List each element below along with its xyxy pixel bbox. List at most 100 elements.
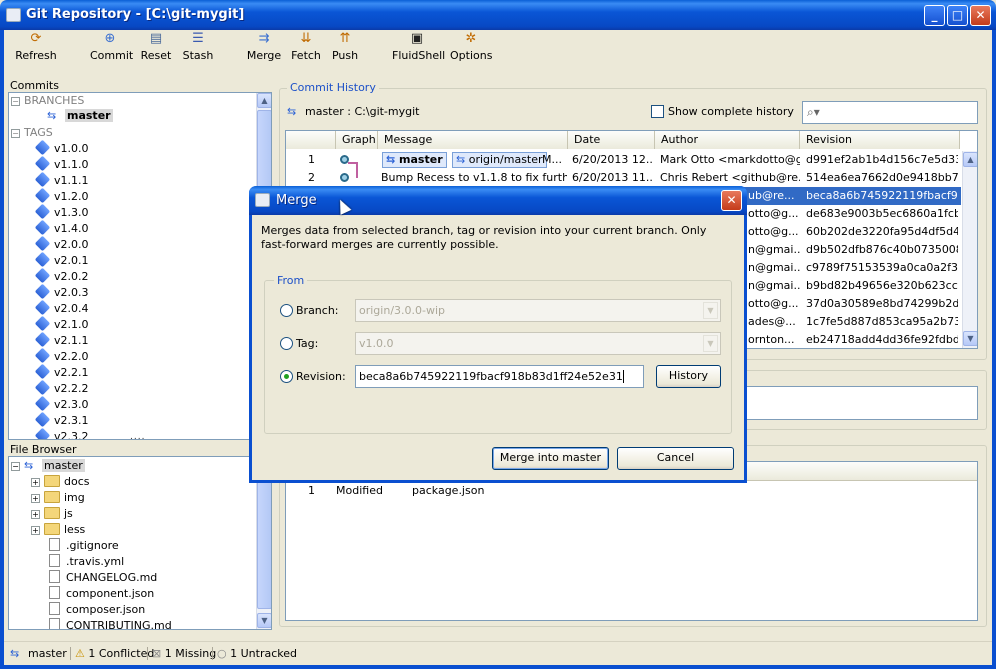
tag-item[interactable]: v2.1.1 <box>34 331 89 349</box>
splitter-handle[interactable]: .... <box>130 432 145 442</box>
show-complete-history-label: Show complete history <box>668 105 794 118</box>
commit-history-title: Commit History <box>287 81 379 94</box>
scroll-up-icon[interactable]: ▲ <box>963 152 977 167</box>
tags-header[interactable]: − TAGS <box>11 125 53 141</box>
branch-radio[interactable] <box>280 304 293 317</box>
scroll-down-icon[interactable]: ▼ <box>257 613 271 628</box>
branches-header[interactable]: − BRANCHES <box>11 93 84 109</box>
expand-icon: + <box>31 494 40 503</box>
merge-icon: ⇉ <box>258 31 270 46</box>
missing-icon: ⊠ <box>152 647 162 660</box>
tag-item[interactable]: v1.0.0 <box>34 139 89 157</box>
folder-item[interactable]: + js <box>31 506 73 522</box>
merge-button[interactable]: ⇉ Merge <box>246 32 282 70</box>
column-header-date[interactable]: Date <box>568 131 655 149</box>
fetch-button[interactable]: ⇊ Fetch <box>290 32 322 70</box>
changes-row[interactable]: 1 Modified package.json <box>286 482 977 500</box>
tag-icon <box>34 155 51 172</box>
tag-item[interactable]: v2.2.0 <box>34 347 89 365</box>
search-input[interactable]: ⌕▾ <box>802 101 978 124</box>
column-header-author[interactable]: Author <box>655 131 800 149</box>
file-item[interactable]: component.json <box>49 586 154 602</box>
column-header-num[interactable] <box>286 131 336 149</box>
scroll-up-icon[interactable]: ▲ <box>257 93 271 108</box>
branch-icon: ⇆ <box>287 105 297 118</box>
file-item[interactable]: .gitignore <box>49 538 119 554</box>
folder-icon <box>44 491 60 503</box>
tag-icon <box>34 427 51 439</box>
branch-select[interactable]: origin/3.0.0-wip ▼ <box>355 299 721 322</box>
file-root-item[interactable]: − ⇆ master <box>11 458 85 474</box>
branch-master-item[interactable]: ⇆ master <box>47 108 113 124</box>
merge-dialog-close-button[interactable]: ✕ <box>721 190 742 211</box>
show-complete-history-checkbox[interactable] <box>651 105 664 118</box>
file-icon <box>49 554 60 567</box>
tag-icon <box>34 203 51 220</box>
tag-item[interactable]: v2.0.0 <box>34 235 89 253</box>
expand-icon: + <box>31 526 40 535</box>
cancel-button[interactable]: Cancel <box>617 447 734 470</box>
tag-icon <box>34 299 51 316</box>
tag-item[interactable]: v1.1.1 <box>34 171 89 189</box>
commit-button[interactable]: ⊕ Commit <box>90 32 133 70</box>
changes-table: 1 Modified package.json <box>285 461 978 621</box>
column-header-message[interactable]: Message <box>378 131 568 149</box>
file-item[interactable]: composer.json <box>49 602 145 618</box>
tag-select[interactable]: v1.0.0 ▼ <box>355 332 721 355</box>
folder-icon <box>44 507 60 519</box>
options-button[interactable]: ✲ Options <box>450 32 492 70</box>
fluidshell-button[interactable]: ▣ FluidShell <box>392 32 445 70</box>
stash-button[interactable]: ☰ Stash <box>181 32 215 70</box>
commit-row[interactable]: 2Bump Recess to v1.1.8 to fix further...… <box>286 169 961 187</box>
refresh-icon: ⟳ <box>30 31 42 46</box>
column-header-revision[interactable]: Revision <box>800 131 960 149</box>
reset-button[interactable]: ▤ Reset <box>138 32 174 70</box>
table-scrollbar[interactable]: ▲ ▼ <box>962 151 977 348</box>
tag-item[interactable]: v1.2.0 <box>34 187 89 205</box>
revision-radio[interactable] <box>280 370 293 383</box>
commit-row[interactable]: 1 ⇆ master ⇆ origin/master M... 6/20/2013 12… <box>286 151 961 169</box>
close-window-button[interactable]: ✕ <box>970 5 991 26</box>
collapse-icon: − <box>11 129 20 138</box>
maximize-button[interactable]: □ <box>947 5 968 26</box>
revision-input[interactable]: beca8a6b745922119fbacf918b83d1ff24e52e31 <box>355 365 644 388</box>
push-button[interactable]: ⇈ Push <box>330 32 360 70</box>
tag-radio[interactable] <box>280 337 293 350</box>
push-icon: ⇈ <box>339 31 351 46</box>
tag-icon <box>34 379 51 396</box>
tag-item[interactable]: v2.3.2 <box>34 427 89 439</box>
search-icon: ⌕▾ <box>807 105 820 119</box>
tag-item[interactable]: v2.3.1 <box>34 411 89 429</box>
commits-tree: − BRANCHES ⇆ master − TAGS v1.0.0 v1.1.0 v1.1… <box>8 92 272 440</box>
column-header-graph[interactable]: Graph <box>336 131 378 149</box>
merge-into-master-button[interactable]: Merge into master <box>492 447 609 470</box>
tag-item[interactable]: v2.0.3 <box>34 283 89 301</box>
file-item[interactable]: .travis.yml <box>49 554 124 570</box>
folder-item[interactable]: + img <box>31 490 85 506</box>
tag-item[interactable]: v1.3.0 <box>34 203 89 221</box>
minimize-button[interactable]: _ <box>924 5 945 26</box>
tag-item[interactable]: v1.1.0 <box>34 155 89 173</box>
warning-icon: ⚠ <box>75 647 85 660</box>
folder-item[interactable]: + less <box>31 522 85 538</box>
tag-item[interactable]: v2.3.0 <box>34 395 89 413</box>
tag-item[interactable]: v1.4.0 <box>34 219 89 237</box>
tag-item[interactable]: v2.1.0 <box>34 315 89 333</box>
graph-line <box>348 169 358 178</box>
history-button[interactable]: History <box>656 365 721 388</box>
tag-item[interactable]: v2.0.4 <box>34 299 89 317</box>
merge-dialog-title-bar: Merge ✕ <box>249 186 747 215</box>
tag-icon <box>34 267 51 284</box>
tag-item[interactable]: v2.2.2 <box>34 379 89 397</box>
repo-label: ⇆ master : C:\git-mygit <box>287 105 420 118</box>
folder-item[interactable]: + docs <box>31 474 90 490</box>
tag-item[interactable]: v2.2.1 <box>34 363 89 381</box>
merge-dialog-title: Merge <box>276 193 317 208</box>
file-item[interactable]: CONTRIBUTING.md <box>49 618 172 629</box>
tag-item[interactable]: v2.0.1 <box>34 251 89 269</box>
file-item[interactable]: CHANGELOG.md <box>49 570 157 586</box>
scroll-down-icon[interactable]: ▼ <box>963 331 977 346</box>
tag-item[interactable]: v2.0.2 <box>34 267 89 285</box>
refresh-button[interactable]: ⟳ Refresh <box>14 32 58 70</box>
tag-icon <box>34 395 51 412</box>
